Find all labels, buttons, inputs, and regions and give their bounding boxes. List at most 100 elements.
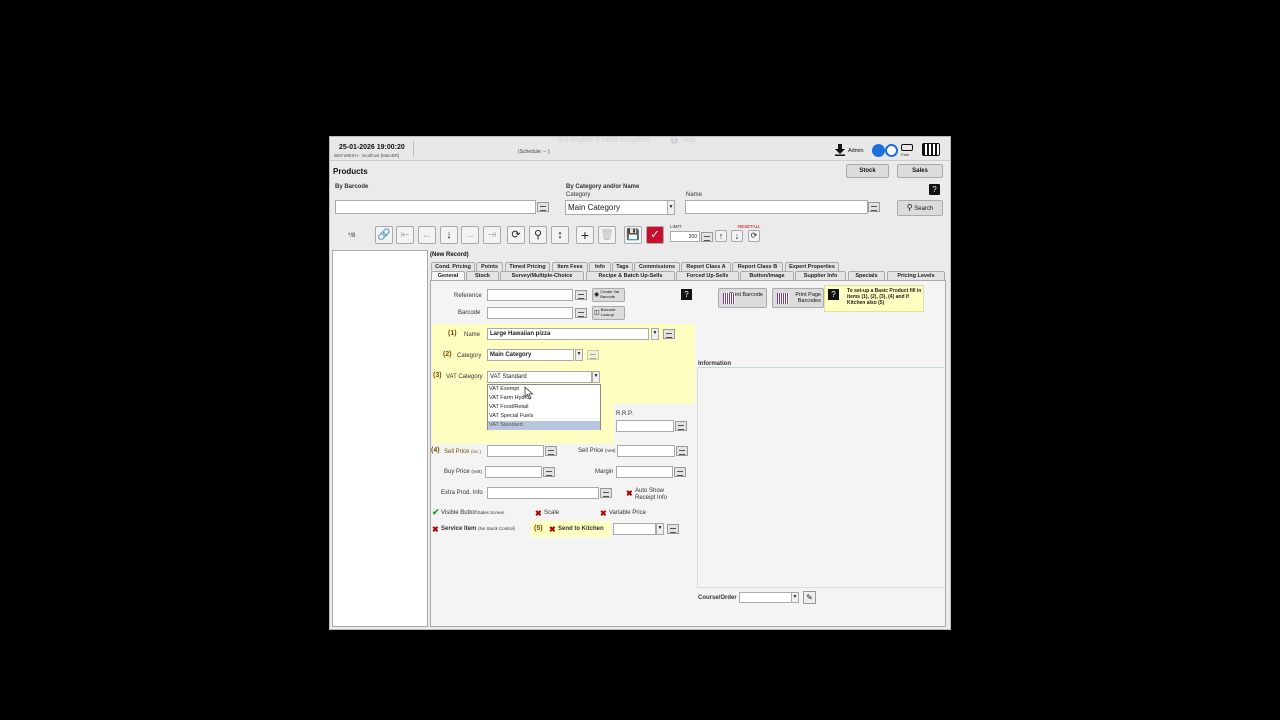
vat-category-select[interactable]: VAT Standard bbox=[487, 371, 592, 383]
reset-all-icon[interactable]: ⟳ bbox=[748, 230, 760, 242]
link-icon[interactable]: 🔗 bbox=[375, 226, 393, 244]
park-icon[interactable] bbox=[901, 144, 913, 151]
keyboard-icon[interactable] bbox=[922, 143, 940, 156]
vat-option-special-fuels[interactable]: VAT Special Fuels bbox=[488, 412, 600, 421]
help-icon[interactable]: ? bbox=[670, 137, 678, 144]
tab-tags[interactable]: Tags bbox=[612, 262, 633, 271]
up-arrow-icon[interactable]: ↑ bbox=[715, 230, 727, 242]
last-record-icon[interactable]: ⇥ bbox=[483, 226, 501, 244]
kitchen-printer-select[interactable] bbox=[613, 523, 656, 535]
barcode-input[interactable] bbox=[487, 307, 573, 319]
question-icon[interactable]: ? bbox=[681, 289, 692, 300]
extra-prod-info-input[interactable] bbox=[487, 487, 599, 499]
first-record-icon[interactable]: ⇤ bbox=[396, 226, 414, 244]
buy-price-keyboard-icon[interactable] bbox=[543, 467, 555, 477]
auto-show-receipt-toggle[interactable]: ✖ bbox=[626, 490, 633, 498]
tab-button-image[interactable]: Button/Image bbox=[740, 271, 794, 280]
help-link[interactable]: Help bbox=[681, 137, 695, 144]
send-to-kitchen-toggle[interactable]: ✖ bbox=[549, 526, 556, 534]
reference-keyboard-icon[interactable] bbox=[575, 290, 587, 300]
stock-button[interactable]: Stock bbox=[846, 164, 889, 178]
sell-price-inc-keyboard-icon[interactable] bbox=[545, 446, 557, 456]
tab-commissions[interactable]: Commissions bbox=[634, 262, 680, 271]
edit-icon[interactable]: ✎ bbox=[803, 591, 816, 604]
refresh-icon[interactable]: ⟳ bbox=[507, 226, 525, 244]
tab-item-fees[interactable]: Item Fees bbox=[552, 262, 588, 271]
name-keyboard-icon[interactable] bbox=[868, 202, 880, 212]
vat-option-exempt[interactable]: VAT Exempt bbox=[488, 385, 600, 394]
park-badge-icon[interactable] bbox=[872, 144, 885, 157]
sell-price-inc-input[interactable] bbox=[487, 445, 544, 457]
chevron-down-icon[interactable]: ▼ bbox=[667, 200, 675, 215]
down-arrow-icon[interactable]: ↓ bbox=[440, 226, 458, 244]
vat-option-farm-hydro[interactable]: VAT Farm Hydro bbox=[488, 394, 600, 403]
sort-icon[interactable]: ↕ bbox=[551, 226, 569, 244]
delete-icon[interactable]: 🗑 bbox=[598, 226, 616, 244]
barcode-keyboard-icon[interactable] bbox=[537, 202, 549, 212]
tab-info[interactable]: Info bbox=[589, 262, 611, 271]
help-question-icon[interactable]: ? bbox=[929, 184, 940, 195]
create-var-barcode-button[interactable]: ◉ Create Var Barcode bbox=[592, 288, 625, 302]
buy-price-input[interactable] bbox=[485, 466, 542, 478]
tab-timed-pricing[interactable]: Timed Pricing bbox=[505, 262, 550, 271]
tab-pricing-levels[interactable]: Pricing Levels bbox=[887, 271, 945, 280]
tab-points[interactable]: Points bbox=[476, 262, 503, 271]
admin-user[interactable]: Admin bbox=[848, 148, 864, 154]
limit-input[interactable]: 200 bbox=[670, 231, 700, 242]
vat-option-food-retail[interactable]: VAT Food/Retail bbox=[488, 403, 600, 412]
zoom-icon[interactable]: ⚲ bbox=[529, 226, 547, 244]
rrp-keyboard-icon[interactable] bbox=[675, 421, 687, 431]
search-button[interactable]: ⚲ Search bbox=[897, 200, 943, 216]
tab-general[interactable]: General bbox=[431, 271, 465, 280]
kitchen-keyboard-icon[interactable] bbox=[667, 524, 679, 534]
course-dropdown-icon[interactable]: ▼ bbox=[791, 592, 799, 603]
vat-dropdown-icon[interactable]: ▼ bbox=[592, 371, 600, 383]
tab-specials[interactable]: Specials bbox=[848, 271, 885, 280]
sales-button[interactable]: Sales bbox=[897, 164, 943, 178]
download-icon[interactable] bbox=[835, 144, 845, 156]
name-dropdown-icon[interactable]: ▼ bbox=[651, 328, 659, 340]
visible-button-check-icon[interactable]: ✔ bbox=[432, 508, 440, 517]
vat-option-standard[interactable]: VAT Standard bbox=[488, 421, 600, 430]
margin-keyboard-icon[interactable] bbox=[674, 467, 686, 477]
name-search-input[interactable] bbox=[685, 200, 868, 214]
tab-forced-upsells[interactable]: Forced Up-Sells bbox=[676, 271, 739, 280]
service-item-toggle[interactable]: ✖ bbox=[432, 526, 439, 534]
add-icon[interactable]: + bbox=[576, 226, 594, 244]
print-page-barcodes-button[interactable]: Print Page Barcodes bbox=[772, 288, 824, 308]
barcode-search-input[interactable] bbox=[335, 200, 536, 214]
language-selector[interactable]: EN English (United Kingdom) bbox=[559, 137, 650, 144]
kitchen-dropdown-icon[interactable]: ▼ bbox=[656, 523, 664, 535]
category-select[interactable]: Main Category bbox=[565, 200, 669, 215]
tab-recipe-batch-upsells[interactable]: Recipe & Batch Up-Sells bbox=[586, 271, 675, 280]
tab-supplier-info[interactable]: Supplier Info bbox=[795, 271, 846, 280]
tab-cond-pricing[interactable]: Cond. Pricing bbox=[431, 262, 475, 271]
product-name-input[interactable]: Large Hawaiian pizza bbox=[487, 328, 649, 340]
tab-survey-multiple-choice[interactable]: Survey/Multiple-Choice bbox=[500, 271, 584, 280]
extra-prod-info-keyboard-icon[interactable] bbox=[600, 488, 612, 498]
rrp-input[interactable] bbox=[616, 420, 674, 432]
tab-report-class-b[interactable]: Report Class B bbox=[732, 262, 783, 271]
tab-report-class-a[interactable]: Report Class A bbox=[681, 262, 731, 271]
previous-record-icon[interactable]: ← bbox=[418, 226, 436, 244]
margin-input[interactable] bbox=[616, 466, 673, 478]
category-dropdown-icon[interactable]: ▼ bbox=[575, 349, 583, 361]
course-order-select[interactable] bbox=[739, 592, 795, 603]
name-field-keyboard-icon[interactable] bbox=[663, 329, 675, 339]
tab-expert-properties[interactable]: Expert Properties bbox=[785, 262, 839, 271]
limit-keyboard-icon[interactable] bbox=[701, 232, 713, 242]
print-barcode-button[interactable]: Print Barcode bbox=[718, 288, 767, 308]
cancel-edit-icon[interactable]: ✓ bbox=[646, 226, 664, 244]
reference-input[interactable] bbox=[487, 289, 573, 301]
down-limit-icon[interactable]: ↓ bbox=[731, 230, 743, 242]
barcode-lookup-button[interactable]: ◫ Barcode Lookup bbox=[592, 306, 625, 320]
product-category-select[interactable]: Main Category bbox=[487, 349, 574, 361]
sell-price-net-keyboard-icon[interactable] bbox=[676, 446, 688, 456]
vat-dropdown-list[interactable]: VAT Exempt VAT Farm Hydro VAT Food/Retai… bbox=[487, 384, 601, 430]
scale-toggle[interactable]: ✖ bbox=[535, 510, 542, 518]
save-icon[interactable]: 💾 bbox=[624, 226, 642, 244]
variable-price-toggle[interactable]: ✖ bbox=[600, 510, 607, 518]
next-record-icon[interactable]: → bbox=[461, 226, 479, 244]
barcode-field-keyboard-icon[interactable] bbox=[575, 308, 587, 318]
tab-stock[interactable]: Stock bbox=[466, 271, 499, 280]
